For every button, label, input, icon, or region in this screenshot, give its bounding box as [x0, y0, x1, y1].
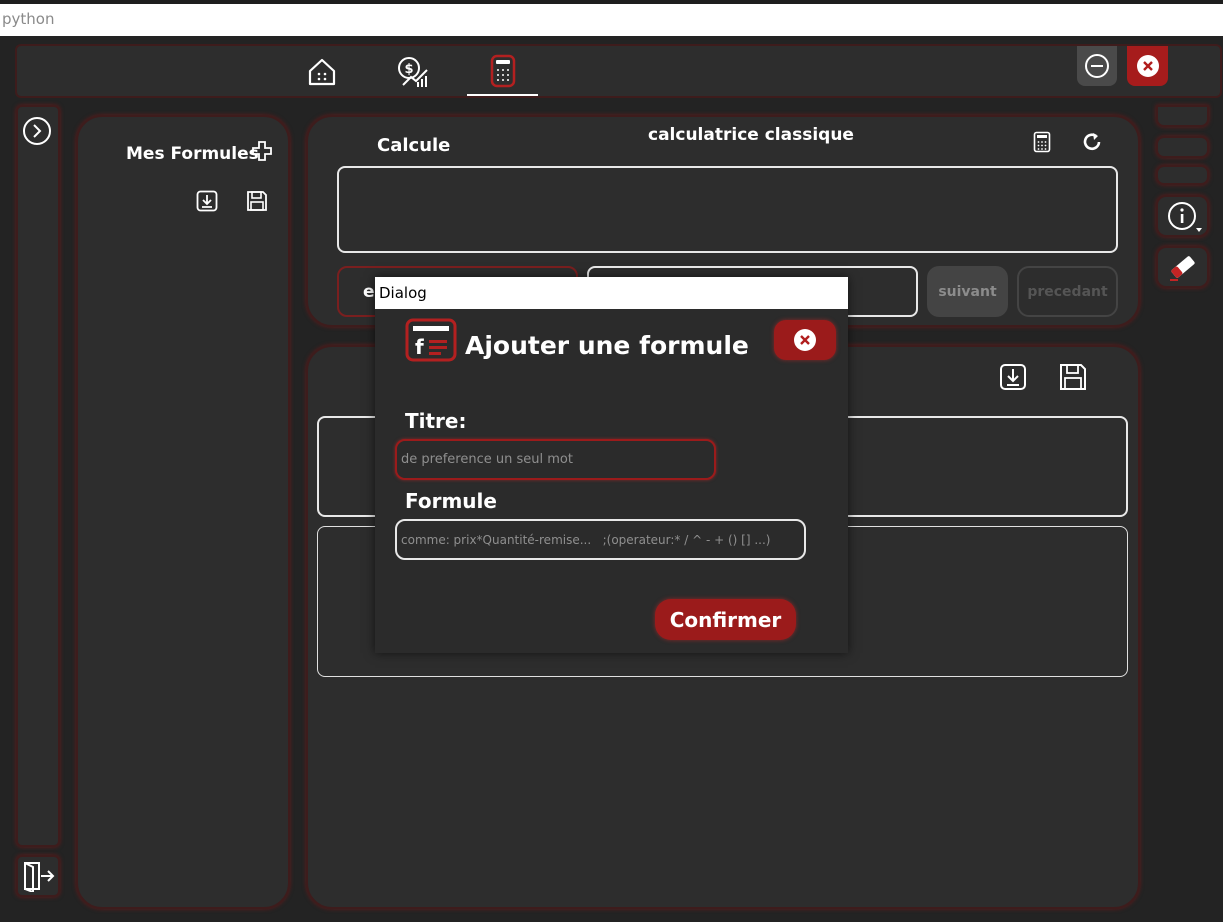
calculation-display[interactable]: [337, 166, 1118, 253]
dialog-title-bar: Dialog: [375, 277, 848, 309]
expand-sidebar-icon[interactable]: [21, 115, 53, 147]
save-icon[interactable]: [245, 189, 269, 213]
titre-label: Titre:: [405, 409, 467, 433]
calculator-small-icon[interactable]: [1030, 129, 1054, 155]
right-sidebar-slot-2[interactable]: [1156, 136, 1209, 158]
minimize-button[interactable]: [1077, 46, 1117, 86]
formule-input[interactable]: comme: prix*Quantité-remise... ;(operate…: [395, 519, 806, 560]
svg-text:f: f: [415, 335, 424, 359]
import-icon[interactable]: [195, 189, 219, 213]
titre-input[interactable]: de preference un seul mot: [395, 439, 716, 480]
close-circle-icon: [1136, 55, 1159, 77]
add-formula-dialog: Dialog f Ajouter une formule Titre: de p…: [375, 277, 848, 653]
next-button[interactable]: suivant: [927, 266, 1008, 317]
formula-card-icon: f: [405, 318, 457, 362]
formules-panel: [76, 115, 290, 909]
active-tab-indicator: [467, 94, 538, 96]
left-sidebar: [16, 105, 60, 847]
calcule-label: Calcule: [377, 135, 451, 156]
top-nav-bar: [15, 44, 1222, 98]
right-sidebar-slot-3[interactable]: [1156, 165, 1209, 185]
save-results-icon[interactable]: [1058, 362, 1088, 392]
formules-title: Mes Formules: [126, 144, 259, 164]
info-icon[interactable]: [1164, 199, 1204, 235]
calculator-icon[interactable]: [485, 52, 521, 90]
calculate-button-label: e: [363, 282, 375, 302]
previous-button[interactable]: precedant: [1017, 266, 1118, 317]
home-icon[interactable]: [303, 53, 341, 91]
formule-label: Formule: [405, 489, 497, 513]
minus-circle-icon: [1085, 54, 1109, 78]
window-title: python: [2, 10, 55, 28]
confirm-button[interactable]: Confirmer: [655, 599, 796, 640]
logout-icon[interactable]: [18, 858, 58, 894]
close-window-button[interactable]: [1127, 46, 1168, 86]
calculator-title: calculatrice classique: [648, 125, 854, 145]
eraser-icon[interactable]: [1163, 249, 1203, 285]
right-sidebar-slot-1[interactable]: [1156, 105, 1209, 127]
money-chart-icon[interactable]: $: [393, 53, 433, 91]
add-formula-icon[interactable]: [250, 139, 274, 163]
refresh-icon[interactable]: [1080, 129, 1104, 155]
window-title-bar: python: [0, 0, 1223, 36]
import-results-icon[interactable]: [998, 362, 1028, 392]
dialog-close-button[interactable]: [774, 320, 836, 360]
close-circle-icon: [794, 329, 816, 351]
dialog-heading: Ajouter une formule: [465, 331, 749, 360]
dialog-window-title: Dialog: [379, 284, 427, 302]
svg-text:$: $: [404, 62, 413, 77]
